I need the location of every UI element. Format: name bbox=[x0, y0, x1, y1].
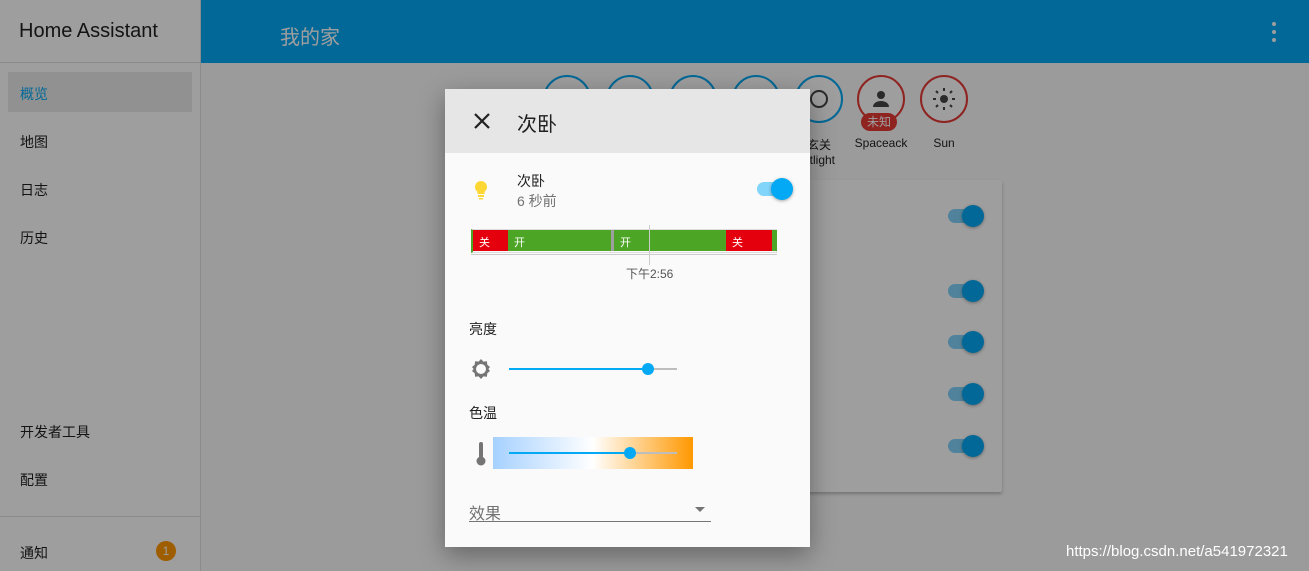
dropdown-arrow-icon bbox=[695, 507, 705, 512]
entity-name: 次卧 bbox=[517, 173, 545, 189]
state-history-timeline: 关 开 开 关 bbox=[471, 229, 777, 253]
brightness-icon bbox=[472, 359, 490, 379]
history-segment-off: 关 bbox=[473, 230, 508, 251]
more-info-dialog: 次卧 次卧 6 秒前 关 开 开 关 下午2:56 亮度 色温 效果 bbox=[445, 89, 810, 547]
dialog-header: 次卧 bbox=[445, 89, 810, 153]
color-temp-slider-knob[interactable] bbox=[624, 447, 636, 459]
close-icon[interactable] bbox=[471, 110, 493, 132]
timeline-tick bbox=[649, 225, 650, 265]
history-segment-off: 关 bbox=[726, 230, 772, 251]
brightness-label: 亮度 bbox=[469, 321, 497, 337]
timeline-time-label: 下午2:56 bbox=[626, 267, 674, 281]
watermark: https://blog.csdn.net/a541972321 bbox=[1066, 543, 1288, 560]
history-segment-on: 开 bbox=[614, 230, 726, 251]
brightness-slider[interactable] bbox=[509, 362, 677, 376]
effect-dropdown-label: 效果 bbox=[469, 506, 502, 523]
effect-dropdown[interactable]: 效果 bbox=[469, 495, 711, 523]
brightness-slider-knob[interactable] bbox=[642, 363, 654, 375]
lightbulb-icon bbox=[474, 180, 488, 200]
entity-power-toggle[interactable] bbox=[757, 178, 793, 200]
history-segment-on: 开 bbox=[508, 230, 611, 251]
color-temp-label: 色温 bbox=[469, 405, 497, 421]
timeline-axis bbox=[471, 254, 777, 255]
color-temp-slider[interactable] bbox=[509, 446, 677, 460]
thermometer-icon bbox=[476, 442, 486, 466]
history-segment-on bbox=[772, 230, 777, 251]
dialog-title: 次卧 bbox=[517, 114, 557, 136]
entity-last-changed: 6 秒前 bbox=[517, 193, 557, 209]
